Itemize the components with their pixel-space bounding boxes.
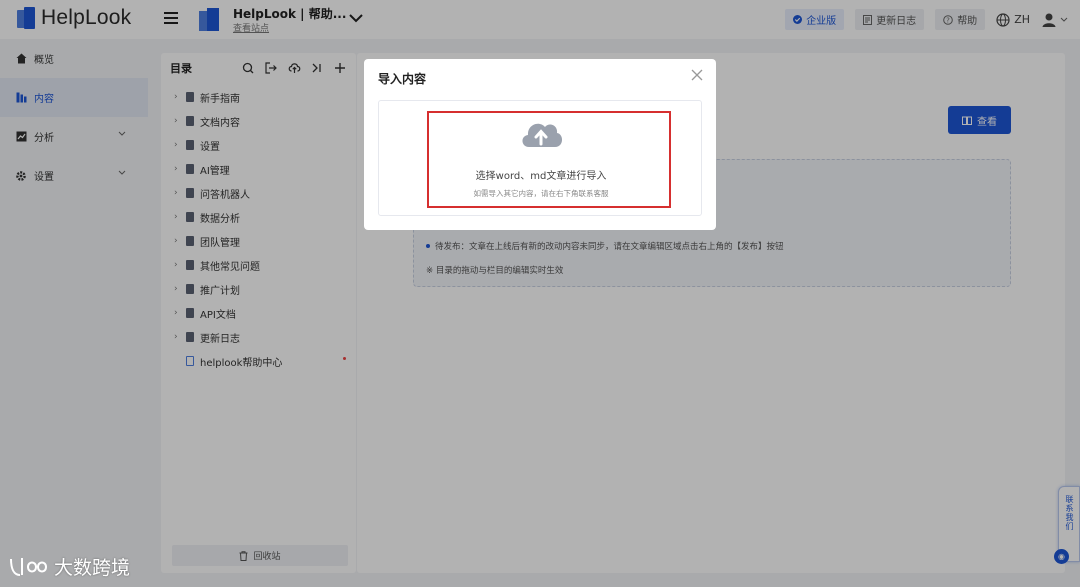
modal-title: 导入内容: [378, 72, 427, 86]
upload-hint: 如需导入其它内容，请在右下角联系客服: [473, 189, 609, 198]
watermark: 大数跨境: [8, 553, 130, 580]
watermark-logo-icon: [10, 557, 48, 576]
cloud-upload-icon: [522, 123, 563, 147]
upload-instruction: 选择word、md文章进行导入: [475, 171, 607, 182]
upload-dropzone[interactable]: 选择word、md文章进行导入 如需导入其它内容，请在右下角联系客服: [378, 100, 702, 216]
import-content-modal: 导入内容 选择word、md文章进行导入 如需导入其它内容，请在右下角联系客服: [364, 59, 716, 230]
watermark-text: 大数跨境: [54, 557, 131, 579]
close-icon[interactable]: [691, 69, 703, 81]
